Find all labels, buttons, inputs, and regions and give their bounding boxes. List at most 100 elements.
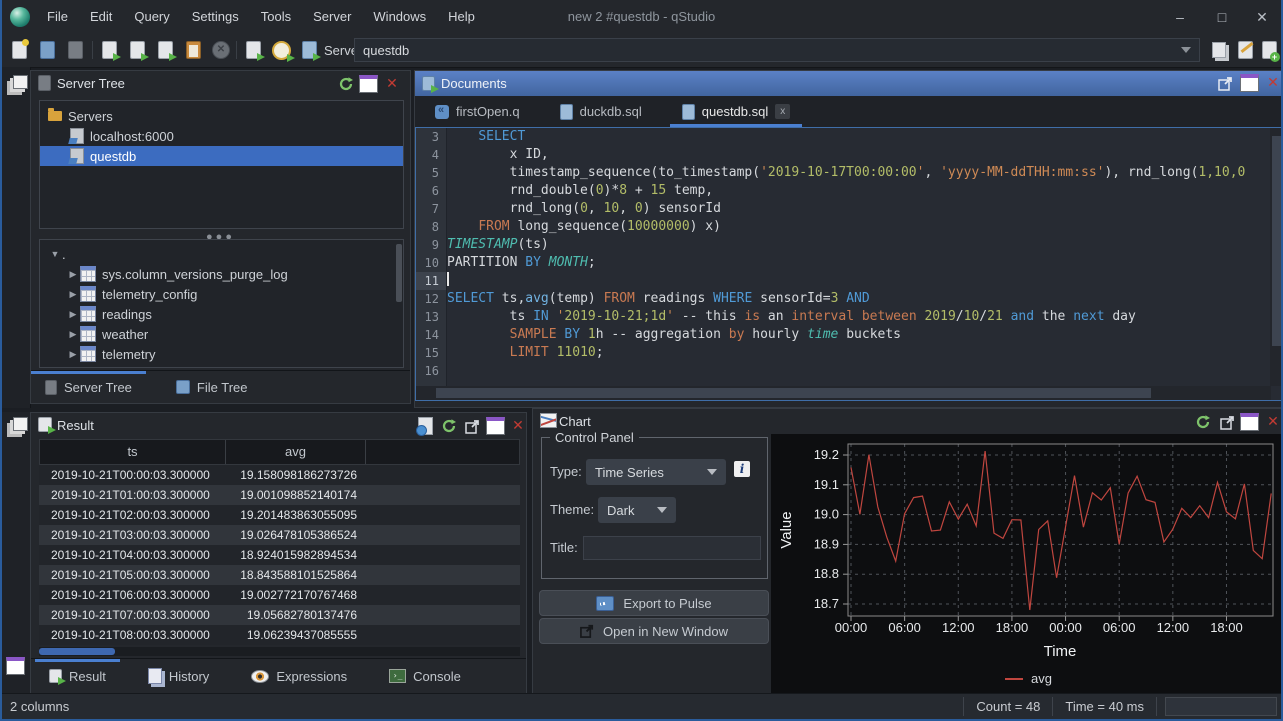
table-row[interactable]: 2019-10-21T04:00:03.30000018.92401598289…	[39, 545, 520, 565]
tree-item-telemetry-config[interactable]: ▶telemetry_config	[40, 284, 403, 304]
tab-console[interactable]: ›_ Console	[375, 659, 475, 693]
stacked-windows-icon[interactable]	[7, 75, 28, 89]
close-panel-icon[interactable]: ✕	[382, 75, 402, 93]
edit-server-icon[interactable]	[1234, 39, 1256, 61]
column-header-ts[interactable]: ts	[40, 440, 226, 464]
result-table[interactable]: 2019-10-21T00:00:03.30000019.15809818627…	[39, 465, 520, 645]
collapsed-arrow-icon[interactable]: ▶	[66, 309, 80, 320]
copy-server-icon[interactable]	[1208, 39, 1230, 61]
window-dock-icon[interactable]	[6, 657, 25, 675]
tab-firstopen-q[interactable]: firstOpen.q	[421, 96, 534, 127]
schedule-query-icon[interactable]	[270, 39, 292, 61]
maximize-panel-icon[interactable]	[1239, 74, 1259, 92]
tree-item-questdb[interactable]: questdb	[40, 146, 403, 166]
tree-item-weather[interactable]: ▶weather	[40, 324, 403, 344]
collapsed-arrow-icon[interactable]: ▶	[66, 269, 80, 280]
run-selection-icon[interactable]	[154, 39, 176, 61]
menu-windows[interactable]: Windows	[362, 0, 437, 34]
tree-item-readings[interactable]: ▶readings	[40, 304, 403, 324]
table-row[interactable]: 2019-10-21T00:00:03.30000019.15809818627…	[39, 465, 520, 485]
result-hscrollbar[interactable]	[39, 647, 520, 656]
run-line-icon[interactable]	[126, 39, 148, 61]
table-row[interactable]: 2019-10-21T07:00:03.30000019.05682780137…	[39, 605, 520, 625]
add-server-icon[interactable]	[1258, 39, 1280, 61]
export-result-icon[interactable]	[415, 417, 435, 435]
status-time: Time = 40 ms	[1052, 697, 1156, 716]
stacked-windows-icon[interactable]	[7, 417, 28, 431]
popout-icon[interactable]	[462, 417, 482, 435]
tree-item-telemetry[interactable]: ▶telemetry	[40, 344, 403, 364]
collapsed-arrow-icon[interactable]: ▶	[66, 329, 80, 340]
run-file-icon[interactable]	[242, 39, 264, 61]
history-icon	[148, 668, 162, 684]
tab-questdb-sql[interactable]: questdb.sql x	[668, 96, 805, 127]
tab-file-tree[interactable]: File Tree	[162, 371, 262, 403]
maximize-panel-icon[interactable]	[358, 75, 378, 93]
dock-strip-bottom	[2, 412, 31, 694]
table-row[interactable]: 2019-10-21T05:00:03.30000018.84358810152…	[39, 565, 520, 585]
popout-icon[interactable]	[1217, 413, 1237, 431]
maximize-panel-icon[interactable]	[485, 417, 505, 435]
menu-server[interactable]: Server	[302, 0, 362, 34]
table-row[interactable]: 2019-10-21T08:00:03.30000019.06239437085…	[39, 625, 520, 645]
menu-edit[interactable]: Edit	[79, 0, 123, 34]
menu-help[interactable]: Help	[437, 0, 486, 34]
table-row[interactable]: 2019-10-21T01:00:03.30000019.00109885214…	[39, 485, 520, 505]
close-panel-icon[interactable]: ✕	[1263, 413, 1283, 431]
stop-query-icon[interactable]: ✕	[210, 39, 232, 61]
tree-item-localhost-6000[interactable]: localhost:6000	[40, 126, 403, 146]
chart-theme-select[interactable]: Dark	[598, 497, 676, 523]
editor-vscrollbar[interactable]	[1270, 128, 1283, 386]
cell-avg: 19.201483863055095	[225, 505, 365, 525]
column-header-avg[interactable]: avg	[226, 440, 366, 464]
refresh-icon[interactable]	[1193, 413, 1213, 431]
collapsed-arrow-icon[interactable]: ▶	[66, 289, 80, 300]
maximize-panel-icon[interactable]	[1239, 413, 1259, 431]
svg-text:19.0: 19.0	[814, 507, 839, 522]
server-select[interactable]: questdb	[354, 38, 1200, 62]
table-row[interactable]: 2019-10-21T02:00:03.30000019.20148386305…	[39, 505, 520, 525]
code-token: BY	[564, 327, 580, 342]
close-panel-icon[interactable]: ✕	[1263, 74, 1283, 92]
clipboard-icon[interactable]	[182, 39, 204, 61]
tree-item-sys-column-versions-purge-log[interactable]: ▶sys.column_versions_purge_log	[40, 264, 403, 284]
table-row[interactable]: 2019-10-21T03:00:03.30000019.02647810538…	[39, 525, 520, 545]
sql-editor[interactable]: 345678910111213141516 SELECT x ID, times…	[415, 127, 1283, 401]
tab-duckdb-sql[interactable]: duckdb.sql	[546, 96, 656, 127]
refresh-icon[interactable]	[439, 417, 459, 435]
chart-title-input[interactable]	[583, 536, 761, 560]
menu-file[interactable]: File	[36, 0, 79, 34]
tree-item-servers-root[interactable]: Servers	[40, 106, 403, 126]
collapsed-arrow-icon[interactable]: ▶	[66, 349, 80, 360]
tab-history[interactable]: History	[134, 659, 223, 693]
menu-settings[interactable]: Settings	[181, 0, 250, 34]
close-panel-icon[interactable]: ✕	[508, 417, 528, 435]
tree-item-db-root[interactable]: ▼.	[40, 244, 403, 264]
save-file-icon[interactable]	[64, 39, 86, 61]
open-in-new-window-button[interactable]: Open in New Window	[539, 618, 769, 644]
table-row[interactable]: 2019-10-21T06:00:03.30000019.00277217076…	[39, 585, 520, 605]
maximize-button[interactable]: □	[1205, 0, 1239, 34]
close-button[interactable]: ✕	[1245, 0, 1279, 34]
run-query-icon[interactable]	[98, 39, 120, 61]
chart-type-select[interactable]: Time Series	[586, 459, 726, 485]
run-script-icon[interactable]	[298, 39, 320, 61]
new-file-icon[interactable]	[8, 39, 30, 61]
tab-server-tree[interactable]: Server Tree	[31, 371, 146, 403]
info-icon[interactable]: i	[734, 461, 750, 477]
svg-text:18:00: 18:00	[996, 620, 1029, 635]
expanded-arrow-icon[interactable]: ▼	[48, 249, 62, 259]
editor-hscrollbar[interactable]	[416, 386, 1271, 400]
menu-tools[interactable]: Tools	[250, 0, 302, 34]
menu-query[interactable]: Query	[123, 0, 180, 34]
close-tab-icon[interactable]: x	[775, 104, 790, 119]
tab-expressions[interactable]: Expressions	[237, 659, 361, 693]
export-to-pulse-button[interactable]: Export to Pulse	[539, 590, 769, 616]
minimize-button[interactable]: –	[1163, 0, 1197, 34]
tab-result[interactable]: Result	[35, 659, 120, 693]
tree-scrollbar[interactable]	[396, 244, 402, 302]
legend-label[interactable]: avg	[1031, 671, 1052, 686]
open-file-icon[interactable]	[36, 39, 58, 61]
popout-icon[interactable]	[1215, 74, 1235, 92]
refresh-icon[interactable]	[336, 75, 356, 93]
